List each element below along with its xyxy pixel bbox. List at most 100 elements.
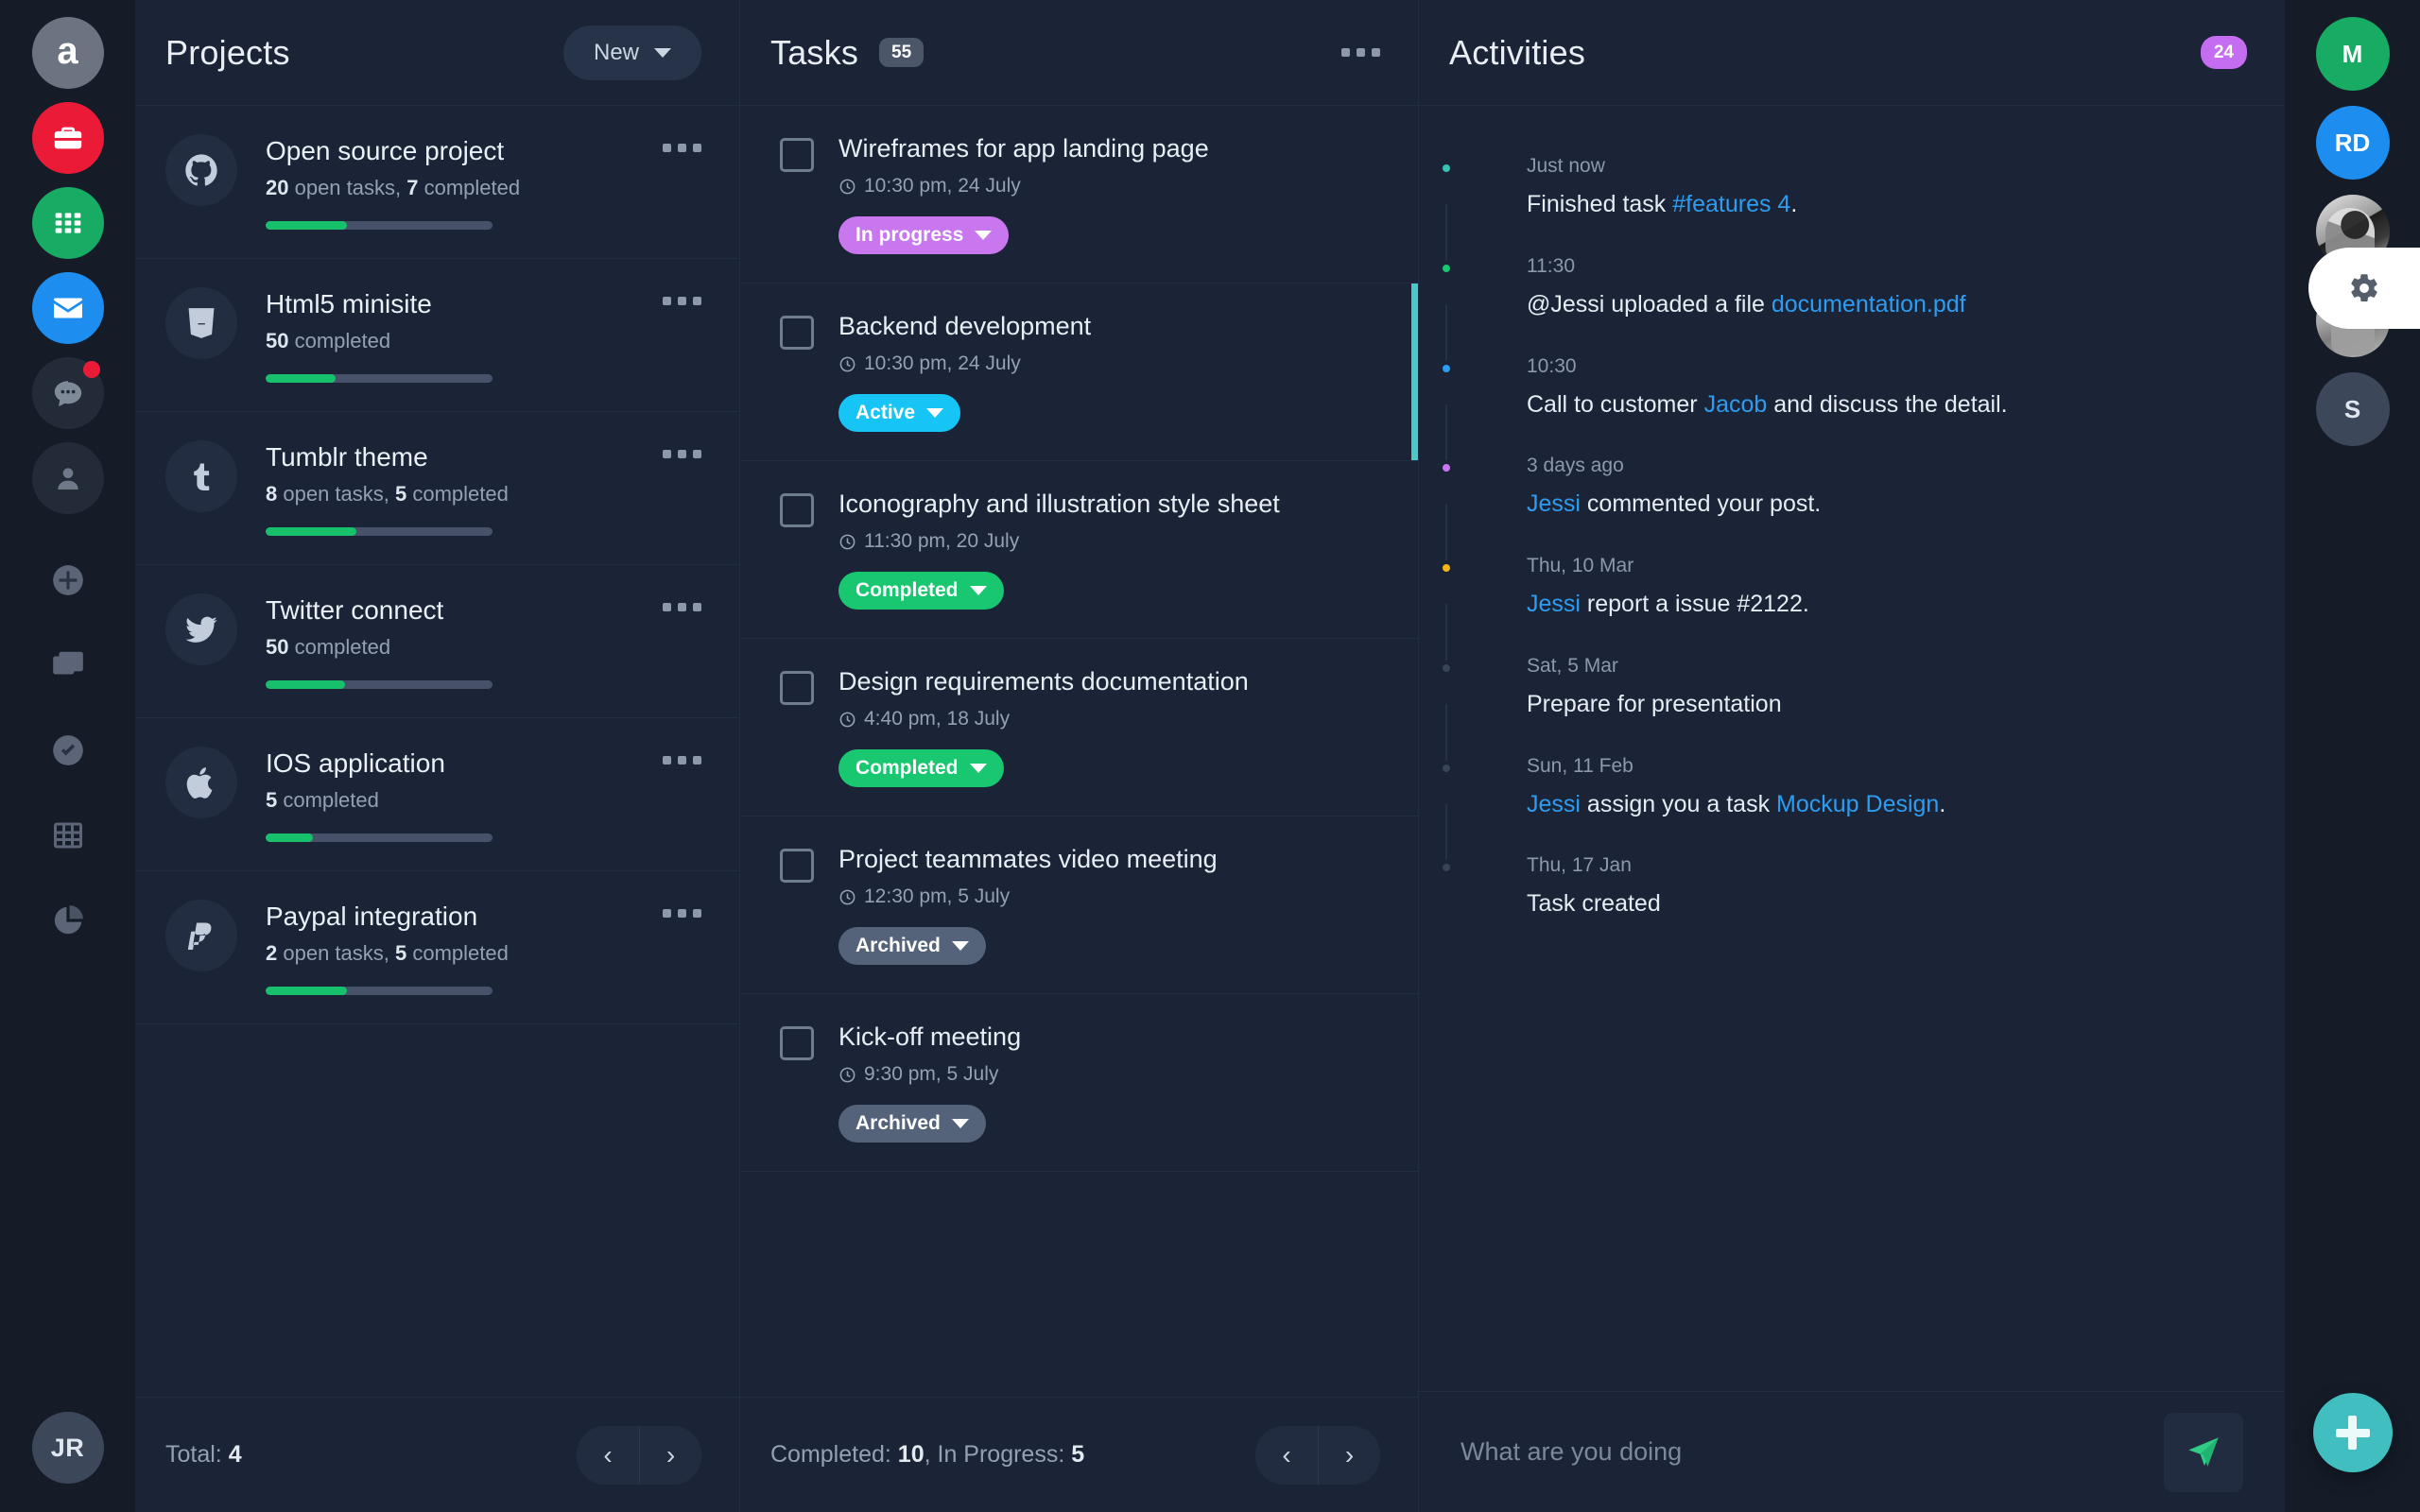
task-status-badge[interactable]: Archived (838, 1105, 986, 1143)
projects-prev-button[interactable]: ‹ (577, 1425, 639, 1485)
task-status-badge[interactable]: Completed (838, 749, 1004, 787)
projects-next-button[interactable]: › (639, 1425, 701, 1485)
project-progress-bar (266, 527, 493, 536)
activity-input[interactable] (1461, 1437, 2164, 1467)
clock-icon (839, 179, 856, 194)
apps-grid-icon[interactable] (31, 187, 104, 259)
project-done-label: completed (288, 635, 391, 659)
project-done-label: completed (418, 176, 521, 199)
task-row[interactable]: Backend development 10:30 pm, 24 July Acti… (740, 284, 1418, 461)
task-row[interactable]: Iconography and illustration style sheet… (740, 461, 1418, 639)
pie-chart-icon[interactable] (32, 885, 104, 956)
activity-link[interactable]: documentation.pdf (1772, 291, 1966, 318)
projects-total-label: Total: (165, 1441, 222, 1468)
task-checkbox[interactable] (780, 493, 814, 527)
layers-icon[interactable] (32, 629, 104, 701)
tasks-list: Wireframes for app landing page 10:30 pm,… (740, 106, 1418, 1397)
add-fab-button[interactable] (2312, 1393, 2393, 1472)
activities-count-badge: 24 (2200, 36, 2247, 69)
task-row[interactable]: Wireframes for app landing page 10:30 pm,… (740, 106, 1418, 284)
task-row[interactable]: Design requirements documentation 4:40 pm… (740, 639, 1418, 816)
mail-icon[interactable] (31, 272, 104, 344)
task-row[interactable]: Project teammates video meeting 12:30 pm,… (740, 816, 1418, 994)
task-status-badge[interactable]: In progress (838, 216, 1010, 254)
chevron-down-icon (926, 408, 944, 418)
task-checkbox[interactable] (780, 671, 814, 705)
activity-link[interactable]: Jessi (1527, 591, 1581, 617)
task-checkbox[interactable] (780, 316, 814, 350)
task-due: 10:30 pm, 24 July (838, 352, 1380, 375)
activity-link[interactable]: Jacob (1704, 391, 1768, 418)
project-name: Twitter connect (266, 595, 444, 625)
activity-item: 11:30 @Jessi uploaded a file documentatio… (1439, 254, 2285, 370)
project-more-menu-icon[interactable] (663, 909, 701, 918)
project-more-menu-icon[interactable] (663, 756, 701, 765)
tasks-count-badge: 55 (879, 38, 925, 67)
project-row[interactable]: IOS application 5 completed (135, 718, 739, 871)
send-plane-icon (2188, 1436, 2219, 1467)
task-checkbox[interactable] (780, 1026, 814, 1060)
app-logo[interactable]: a (31, 17, 104, 89)
chat-icon[interactable] (31, 357, 104, 429)
project-done-count: 5 (395, 482, 407, 506)
project-more-menu-icon[interactable] (663, 144, 701, 152)
project-name: Tumblr theme (266, 442, 428, 472)
tasks-more-menu-icon[interactable] (1341, 48, 1380, 57)
tasks-next-button[interactable]: › (1318, 1425, 1380, 1485)
project-progress-bar (266, 221, 493, 230)
table-icon[interactable] (32, 799, 104, 871)
project-more-menu-icon[interactable] (663, 297, 701, 305)
project-row[interactable]: Twitter connect 50 completed (135, 565, 739, 718)
project-more-menu-icon[interactable] (663, 450, 701, 458)
task-status-badge[interactable]: Archived (838, 927, 986, 965)
activity-time: Sat, 5 Mar (1527, 654, 1618, 677)
team-member-avatar[interactable]: RD (2315, 106, 2390, 180)
settings-button[interactable] (2308, 248, 2420, 329)
activity-text: Jessi assign you a task Mockup Design. (1527, 789, 2228, 821)
new-project-button[interactable]: New (562, 25, 701, 80)
project-info: IOS application 5 completed (266, 747, 663, 842)
activity-link[interactable]: #features 4 (1672, 191, 1790, 217)
tasks-footer: Completed: 10, In Progress: 5 ‹ › (740, 1397, 1418, 1512)
current-user-avatar[interactable]: JR (31, 1412, 104, 1484)
projects-total-value: 4 (228, 1441, 242, 1468)
team-member-avatar[interactable]: M (2315, 17, 2390, 91)
project-open-label: open tasks, (277, 482, 395, 506)
activity-link-secondary[interactable]: Mockup Design (1776, 791, 1939, 817)
task-checkbox[interactable] (780, 138, 814, 172)
activity-bullet (1439, 161, 1454, 176)
task-info: Project teammates video meeting 12:30 pm,… (838, 845, 1380, 965)
add-circle-icon[interactable] (32, 544, 104, 616)
project-row[interactable]: Tumblr theme 8 open tasks, 5 completed (135, 412, 739, 565)
task-info: Backend development 10:30 pm, 24 July Acti… (838, 312, 1380, 432)
project-progress-bar (266, 987, 493, 995)
task-status-badge[interactable]: Active (838, 394, 961, 432)
check-circle-icon[interactable] (32, 714, 104, 786)
task-info: Design requirements documentation 4:40 pm… (838, 667, 1380, 787)
project-more-menu-icon[interactable] (663, 603, 701, 611)
task-checkbox[interactable] (780, 849, 814, 883)
activity-time: Thu, 10 Mar (1527, 555, 1634, 576)
send-button[interactable] (2164, 1412, 2243, 1492)
task-row[interactable]: Kick-off meeting 9:30 pm, 5 July Archived (740, 994, 1418, 1172)
activity-text: Finished task #features 4. (1527, 189, 2228, 221)
activity-text-post: report a issue #2122. (1580, 591, 1809, 617)
activity-item: 3 days ago Jessi commented your post. (1439, 455, 2285, 570)
activity-time: 11:30 (1527, 254, 1575, 277)
user-icon[interactable] (31, 442, 104, 514)
project-row[interactable]: Open source project 20 open tasks, 7 comp… (135, 106, 739, 259)
team-member-avatar[interactable]: S (2315, 372, 2390, 446)
project-row[interactable]: Paypal integration 2 open tasks, 5 comple… (135, 871, 739, 1024)
task-status-badge[interactable]: Completed (838, 572, 1004, 610)
tasks-prev-button[interactable]: ‹ (1255, 1425, 1318, 1485)
projects-footer: Total: 4 ‹ › (135, 1397, 739, 1512)
briefcase-icon[interactable] (31, 102, 104, 174)
task-name: Backend development (838, 312, 1092, 340)
projects-panel: Projects New Open source project 20 open … (135, 0, 740, 1512)
activity-link[interactable]: Jessi (1527, 490, 1581, 517)
activity-text-pre: @Jessi uploaded a file (1527, 290, 1772, 318)
activities-panel: Activities 24 Just now Finished task #fea… (1419, 0, 2285, 1512)
activity-item: Thu, 10 Mar Jessi report a issue #2122. (1439, 555, 2285, 670)
project-row[interactable]: Html5 minisite 50 completed (135, 259, 739, 412)
activity-link[interactable]: Jessi (1527, 791, 1581, 817)
